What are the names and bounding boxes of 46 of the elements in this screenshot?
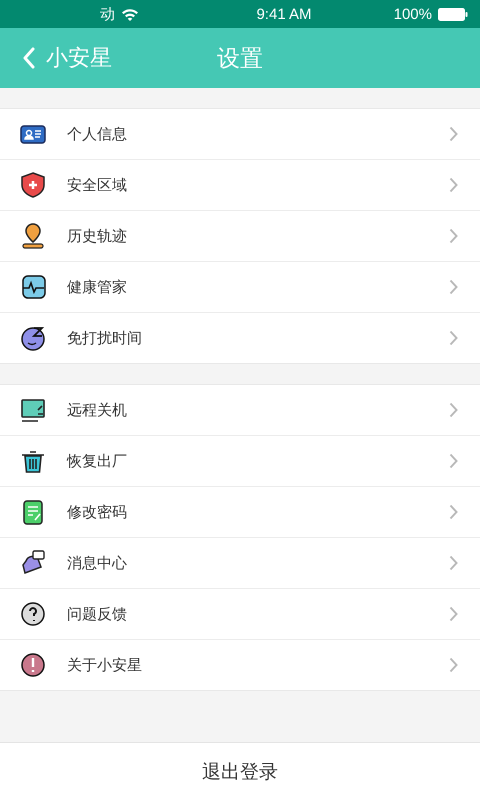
item-label: 消息中心 [67,554,128,572]
logout-button[interactable]: 退出登录 [0,742,480,800]
item-label: 关于小安星 [67,656,143,674]
chevron-icon [449,555,458,571]
settings-item[interactable]: 个人信息 [0,109,480,160]
chevron-icon [449,606,458,622]
item-label: 问题反馈 [67,604,128,624]
wifi-icon [121,8,139,20]
item-label: 历史轨迹 [67,226,128,246]
item-label: 健康管家 [67,278,128,296]
shield-icon [19,171,47,199]
chevron-icon [449,453,458,469]
settings-item[interactable]: 安全区域 [0,160,480,211]
settings-item[interactable]: 免打扰时间 [0,313,480,363]
battery-icon [438,8,468,20]
item-label: 安全区域 [67,176,128,194]
item-label: 远程关机 [67,400,128,420]
settings-item[interactable]: 关于小安星 [0,640,480,690]
battery-percent: 100% [394,6,432,22]
settings-item[interactable]: 恢复出厂 [0,436,480,487]
chevron-icon [449,657,458,673]
chevron-icon [449,126,458,142]
settings-item[interactable]: 修改密码 [0,487,480,538]
item-label: 修改密码 [67,502,128,522]
chevron-icon [449,228,458,244]
moon-face-icon [19,324,47,352]
chevron-icon [449,504,458,520]
question-icon [19,600,47,628]
chevron-icon [449,330,458,346]
monitor-icon [19,396,47,424]
page-title: 设置 [217,44,263,74]
settings-item[interactable]: 远程关机 [0,385,480,436]
item-label: 恢复出厂 [67,452,128,470]
chevron-icon [449,279,458,295]
settings-item[interactable]: 历史轨迹 [0,211,480,262]
status-time: 9:41 AM [256,6,312,22]
settings-item[interactable]: 健康管家 [0,262,480,313]
carrier-name: 动 [100,4,115,24]
back-icon [22,47,36,69]
chevron-icon [449,402,458,418]
item-label: 个人信息 [67,124,128,144]
chevron-icon [449,177,458,193]
settings-item[interactable]: 消息中心 [0,538,480,589]
item-label: 免打扰时间 [67,328,143,348]
exclamation-icon [19,651,47,679]
settings-item[interactable]: 问题反馈 [0,589,480,640]
